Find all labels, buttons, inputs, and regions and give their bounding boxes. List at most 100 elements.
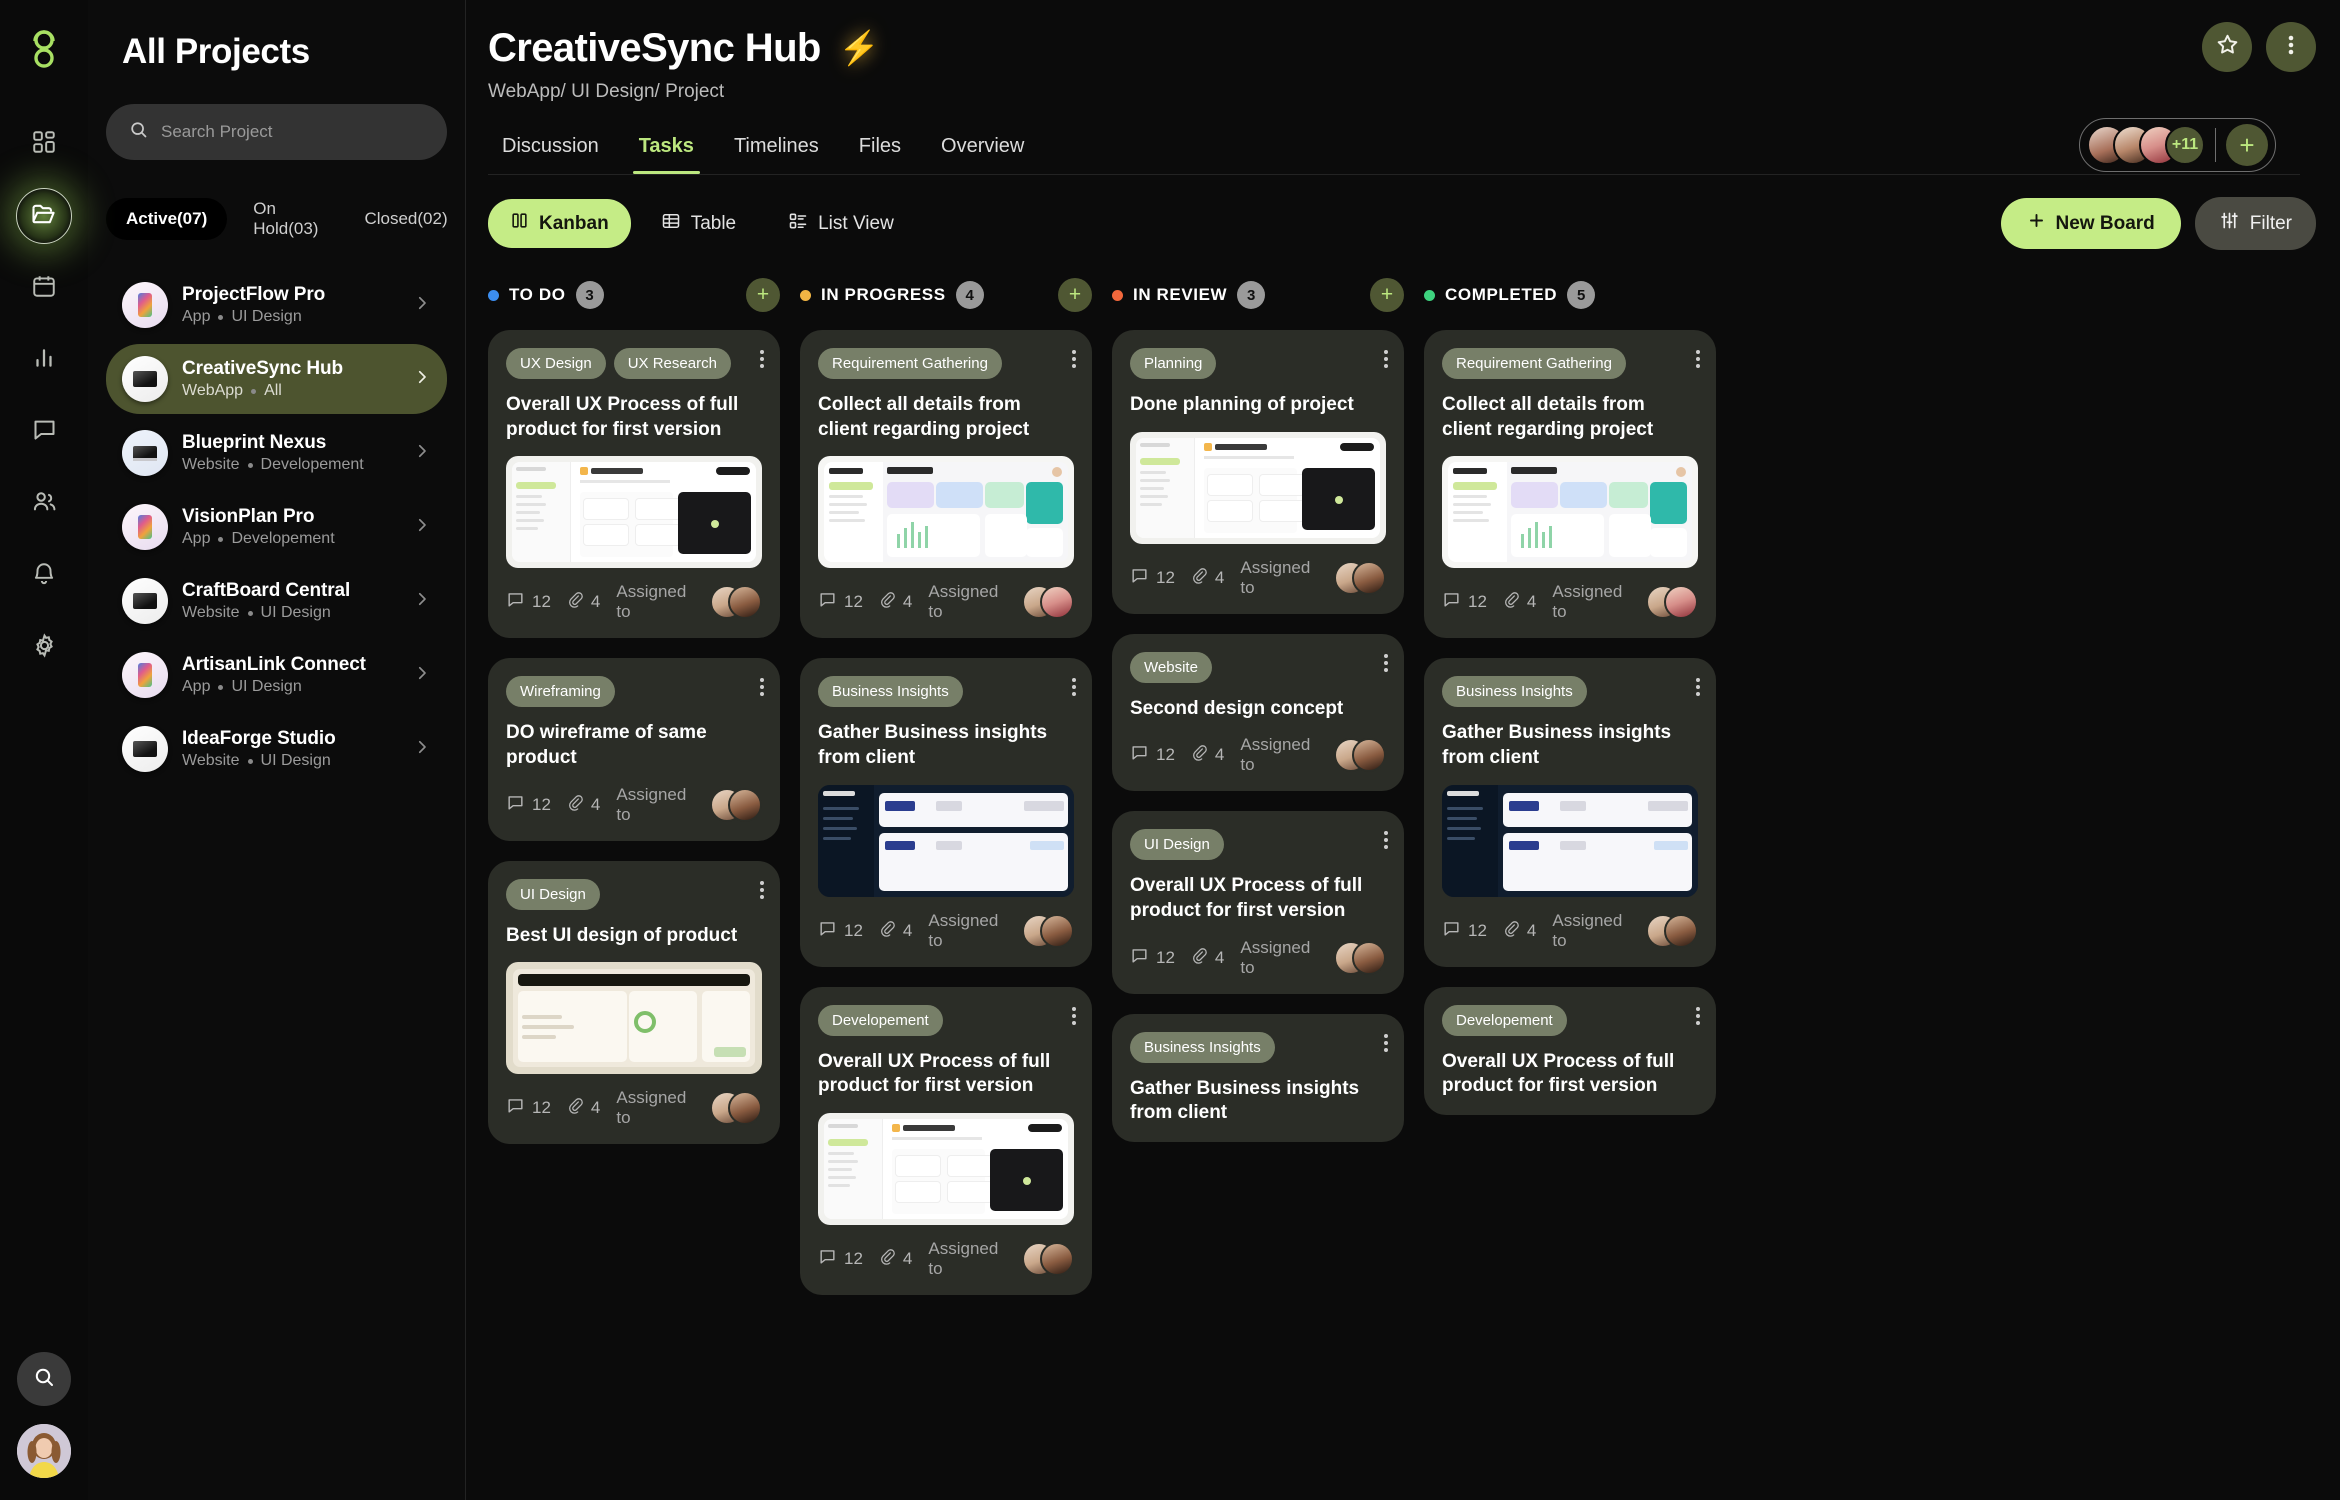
sidebar-item-projects[interactable]	[16, 188, 72, 244]
project-type: App	[182, 678, 211, 695]
assignee-avatars[interactable]	[1022, 1242, 1074, 1277]
project-list-item[interactable]: VisionPlan Pro App Developement	[106, 492, 447, 562]
assignee-avatars[interactable]	[1334, 940, 1386, 975]
task-more-icon[interactable]	[1072, 350, 1076, 368]
project-list-item[interactable]: ArtisanLink Connect App UI Design	[106, 640, 447, 710]
assignees: Assigned to	[928, 1239, 1074, 1279]
attachment-count: 4	[1503, 920, 1536, 942]
project-name: CreativeSync Hub	[182, 358, 344, 379]
kanban-column: TO DO 3 + UX Design UX Research Overall UX Pr…	[488, 278, 780, 1480]
task-card[interactable]: Planning Done planning of project 12 4 Assig…	[1112, 330, 1404, 614]
view-kanban[interactable]: Kanban	[488, 199, 631, 248]
sidebar-item-settings[interactable]	[16, 620, 72, 676]
search-project-field[interactable]	[106, 104, 447, 160]
assignee-avatars[interactable]	[1022, 913, 1074, 948]
avatar[interactable]	[17, 1424, 71, 1478]
task-card[interactable]: UX Design UX Research Overall UX Process o…	[488, 330, 780, 639]
task-more-icon[interactable]	[1384, 350, 1388, 368]
view-list[interactable]: List View	[766, 199, 916, 249]
sidebar-item-messages[interactable]	[16, 404, 72, 460]
task-card[interactable]: UI Design Overall UX Process of full prod…	[1112, 811, 1404, 994]
task-more-icon[interactable]	[1696, 1006, 1700, 1025]
sidebar-item-team[interactable]	[16, 476, 72, 532]
task-card[interactable]: Business Insights Gather Business insight…	[800, 658, 1092, 967]
task-more-icon[interactable]	[1384, 1033, 1388, 1052]
column-count-badge: 4	[955, 281, 984, 309]
project-meta: App Developement	[182, 530, 335, 548]
assignee-avatars[interactable]	[1334, 738, 1386, 773]
assigned-label: Assigned to	[1552, 910, 1623, 950]
view-kanban-label: Kanban	[539, 212, 609, 234]
task-card[interactable]: Developement Overall UX Process of full p…	[800, 986, 1092, 1296]
project-list-item[interactable]: CraftBoard Central Website UI Design	[106, 566, 447, 636]
project-list-item[interactable]: Blueprint Nexus Website Developement	[106, 418, 447, 488]
project-list-item[interactable]: ProjectFlow Pro App UI Design	[106, 270, 447, 340]
task-more-icon[interactable]	[1072, 678, 1076, 697]
task-more-icon[interactable]	[760, 350, 764, 368]
tab-timelines[interactable]: Timelines	[720, 125, 833, 174]
add-task-button[interactable]: +	[1370, 278, 1404, 312]
task-more-icon[interactable]	[760, 678, 764, 697]
task-more-icon[interactable]	[1384, 653, 1388, 672]
filter-on-hold[interactable]: On Hold(03)	[233, 188, 338, 250]
task-tags: Business Insights	[818, 676, 1074, 708]
task-tags: Developement	[818, 1004, 1074, 1036]
filter-button[interactable]: Filter	[2194, 197, 2316, 250]
assigned-label: Assigned to	[1240, 937, 1311, 977]
project-type: WebApp	[182, 382, 244, 399]
column-header: IN REVIEW 3 +	[1112, 278, 1404, 312]
task-card[interactable]: UI Design Best UI design of product 12 4 Ass…	[488, 860, 780, 1145]
sidebar-item-analytics[interactable]	[16, 332, 72, 388]
app-logo-icon[interactable]	[19, 24, 69, 74]
tab-tasks[interactable]: Tasks	[625, 125, 708, 174]
sidebar-item-dashboard[interactable]	[16, 116, 72, 172]
project-list-item[interactable]: IdeaForge Studio Website UI Design	[106, 714, 447, 784]
task-card[interactable]: Developement Overall UX Process of full p…	[1424, 986, 1716, 1116]
star-icon	[2215, 32, 2240, 62]
sidebar-item-calendar[interactable]	[16, 260, 72, 316]
task-card[interactable]: Website Second design concept 12 4 Assigned …	[1112, 633, 1404, 792]
task-list: Planning Done planning of project 12 4 Assig…	[1112, 330, 1404, 1143]
add-member-button[interactable]: +	[2226, 124, 2268, 166]
new-board-button[interactable]: New Board	[2000, 198, 2181, 249]
add-task-button[interactable]: +	[1058, 278, 1092, 312]
assignee-avatars[interactable]	[1646, 585, 1698, 620]
column-count-badge: 3	[575, 281, 604, 309]
task-more-icon[interactable]	[1384, 831, 1388, 850]
task-footer: 12 4 Assigned to	[506, 582, 762, 622]
task-tags: UI Design	[1130, 829, 1386, 861]
task-card[interactable]: Business Insights Gather Business insight…	[1424, 658, 1716, 967]
assignee-avatars[interactable]	[1022, 585, 1074, 620]
tab-files[interactable]: Files	[845, 125, 915, 174]
sidebar-item-notifications[interactable]	[16, 548, 72, 604]
header-actions	[2202, 22, 2316, 72]
task-more-icon[interactable]	[1072, 1006, 1076, 1025]
task-card[interactable]: Requirement Gathering Collect all details…	[800, 330, 1092, 639]
task-card[interactable]: Business Insights Gather Business insight…	[1112, 1013, 1404, 1143]
add-task-button[interactable]: +	[746, 278, 780, 312]
task-card[interactable]: Requirement Gathering Collect all details…	[1424, 330, 1716, 639]
filter-closed[interactable]: Closed(02)	[344, 198, 467, 240]
view-table[interactable]: Table	[639, 199, 758, 249]
assigned-label: Assigned to	[1240, 557, 1311, 597]
assignee-avatars[interactable]	[710, 787, 762, 822]
task-more-icon[interactable]	[1696, 350, 1700, 368]
member-avatars[interactable]: +11	[2087, 125, 2205, 165]
task-more-icon[interactable]	[760, 880, 764, 899]
search-input[interactable]	[161, 122, 425, 142]
assignee-avatars[interactable]	[710, 1091, 762, 1126]
task-more-icon[interactable]	[1696, 678, 1700, 697]
members-overflow-count[interactable]: +11	[2165, 125, 2205, 165]
assignee-avatars[interactable]	[1334, 560, 1386, 595]
filter-active[interactable]: Active(07)	[106, 198, 228, 240]
project-list-item[interactable]: CreativeSync Hub WebApp All	[106, 344, 447, 414]
tab-overview[interactable]: Overview	[927, 125, 1038, 174]
comment-count: 12	[1442, 919, 1487, 943]
favorite-button[interactable]	[2202, 22, 2252, 72]
assignee-avatars[interactable]	[1646, 913, 1698, 948]
task-card[interactable]: Wireframing DO wireframe of same product 1…	[488, 658, 780, 841]
global-search-button[interactable]	[17, 1352, 71, 1406]
tab-discussion[interactable]: Discussion	[488, 125, 613, 174]
assignee-avatars[interactable]	[710, 585, 762, 620]
more-options-button[interactable]	[2266, 22, 2316, 72]
